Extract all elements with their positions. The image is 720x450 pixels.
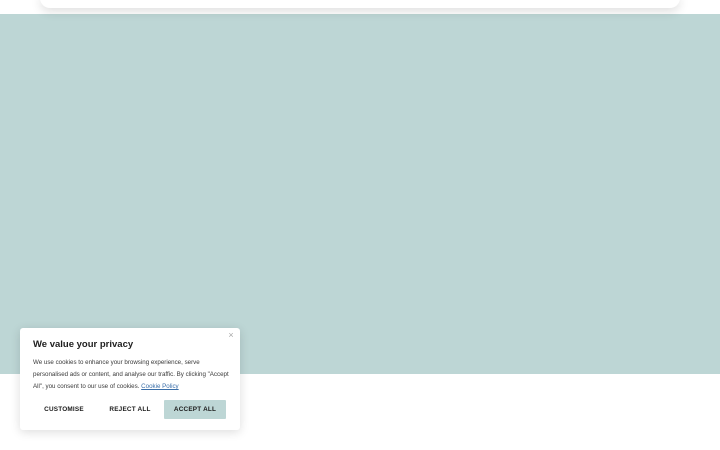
page: × We value your privacy We use cookies t… [0, 0, 720, 450]
hero-section [0, 14, 720, 374]
banner-text: We use cookies to enhance your browsing … [33, 359, 229, 390]
accept-all-button[interactable]: ACCEPT ALL [164, 400, 226, 419]
header-bar [40, 0, 680, 8]
banner-title: We value your privacy [33, 339, 134, 350]
close-icon[interactable]: × [226, 330, 236, 340]
cookie-consent-banner: × We value your privacy We use cookies t… [20, 328, 240, 430]
reject-all-button[interactable]: REJECT ALL [98, 400, 162, 419]
banner-description: We use cookies to enhance your browsing … [33, 357, 233, 393]
cookie-policy-link[interactable]: Cookie Policy [141, 383, 179, 390]
customise-button[interactable]: CUSTOMISE [32, 400, 96, 419]
